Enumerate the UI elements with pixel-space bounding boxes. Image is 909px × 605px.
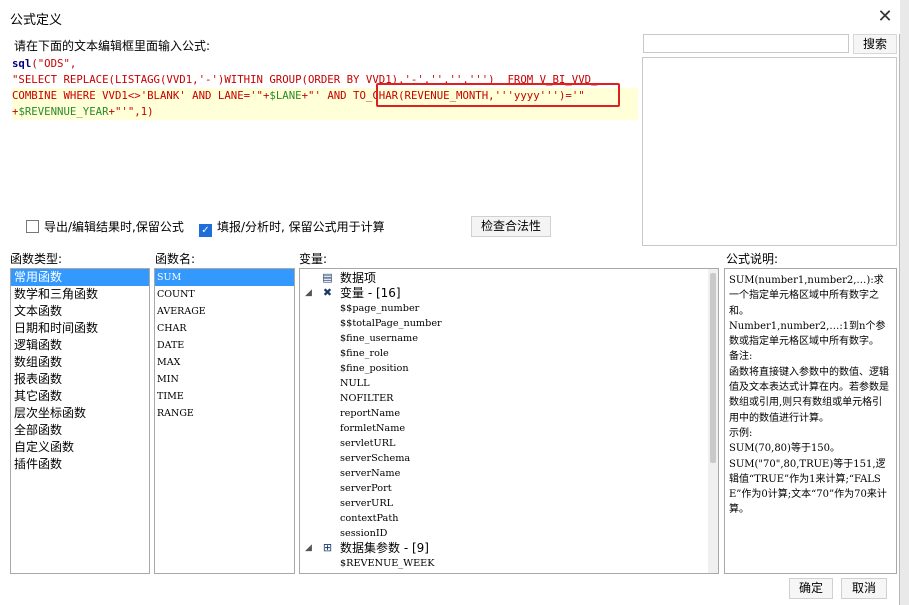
- description-paragraph: SUM(number1,number2,…):求一个指定单元格区域中所有数字之和…: [729, 275, 884, 317]
- collapse-icon[interactable]: ◢: [305, 541, 312, 556]
- description-paragraph: SUM("70",80,TRUE)等于151,逻辑值“TRUE”作为1来计算;“…: [729, 458, 887, 516]
- function-item[interactable]: MIN: [155, 371, 294, 388]
- variable-item[interactable]: NULL: [300, 376, 718, 391]
- description-paragraph: 函数将直接键入参数中的数值、逻辑值及文本表达式计算在内。若参数是数组或引用,则只…: [729, 366, 889, 424]
- close-icon[interactable]: ✕: [874, 6, 896, 28]
- description-label: 公式说明:: [726, 252, 779, 266]
- variable-item[interactable]: sessionID: [300, 526, 718, 541]
- variable-item[interactable]: $REVENUE_WEEK: [300, 556, 718, 571]
- variable-item[interactable]: serverPort: [300, 481, 718, 496]
- description-paragraph: 示例:: [729, 427, 753, 439]
- variable-item[interactable]: servletURL: [300, 436, 718, 451]
- search-input[interactable]: [643, 34, 849, 53]
- variable-item[interactable]: $fine_username: [300, 331, 718, 346]
- code-token: +"' AND TO_CHAR(REVENUE_MONTH,'''yyyy'''…: [301, 89, 585, 102]
- variable-item[interactable]: serverURL: [300, 496, 718, 511]
- table-icon: ▤: [322, 271, 333, 284]
- functions-label: 函数名:: [155, 252, 196, 266]
- editor-label: 请在下面的文本编辑框里面输入公式:: [14, 39, 211, 53]
- variables-label: 变量:: [299, 252, 328, 266]
- code-line[interactable]: "SELECT REPLACE(LISTAGG(VVD1,'-')WITHIN …: [12, 72, 638, 88]
- export-keep-formula-checkbox[interactable]: 导出/编辑结果时,保留公式: [26, 219, 184, 235]
- fill-keep-formula-checkbox[interactable]: ✓ 填报/分析时, 保留公式用于计算: [199, 219, 385, 237]
- function-item[interactable]: RANGE: [155, 405, 294, 422]
- category-item[interactable]: 常用函数: [11, 269, 149, 286]
- category-item[interactable]: 数组函数: [11, 354, 149, 371]
- function-item[interactable]: AVERAGE: [155, 303, 294, 320]
- description-paragraph: SUM(70,80)等于150。: [729, 443, 841, 455]
- variable-icon: ✖: [322, 286, 333, 299]
- description-panel: SUM(number1,number2,…):求一个指定单元格区域中所有数字之和…: [724, 268, 897, 574]
- category-item[interactable]: 逻辑函数: [11, 337, 149, 354]
- checkbox-label: 填报/分析时, 保留公式用于计算: [217, 220, 385, 234]
- variable-item[interactable]: contextPath: [300, 511, 718, 526]
- checkbox-label: 导出/编辑结果时,保留公式: [44, 220, 184, 234]
- function-list[interactable]: SUM COUNT AVERAGE CHAR DATE MAX MIN TIME RANGE: [154, 268, 295, 574]
- code-line[interactable]: sql("ODS",: [12, 56, 638, 72]
- checkbox-box[interactable]: ✓: [199, 224, 212, 237]
- function-item[interactable]: MAX: [155, 354, 294, 371]
- tree-group-label: 数据项: [340, 271, 377, 285]
- function-item[interactable]: COUNT: [155, 286, 294, 303]
- variable-scrollbar[interactable]: [708, 269, 718, 573]
- cancel-button[interactable]: 取消: [841, 578, 887, 599]
- categories-label: 函数类型:: [10, 252, 63, 266]
- search-button[interactable]: 搜索: [853, 34, 897, 54]
- formula-editor[interactable]: sql("ODS", "SELECT REPLACE(LISTAGG(VVD1,'…: [9, 55, 638, 205]
- dialog-title: 公式定义: [10, 13, 63, 28]
- checkbox-box[interactable]: [26, 220, 39, 233]
- tree-group[interactable]: ◢ ⊞ 数据集参数 - [9]: [300, 541, 718, 556]
- dataset-icon: ⊞: [322, 541, 333, 554]
- category-item[interactable]: 插件函数: [11, 456, 149, 473]
- variable-item[interactable]: serverSchema: [300, 451, 718, 466]
- code-line[interactable]: +$REVENNUE_YEAR+"'",1): [12, 104, 638, 120]
- code-token: ("ODS",: [31, 57, 77, 70]
- variable-item[interactable]: serverName: [300, 466, 718, 481]
- code-line[interactable]: COMBINE WHERE VVD1<>'BLANK' AND LANE='"+…: [12, 88, 638, 104]
- category-item[interactable]: 自定义函数: [11, 439, 149, 456]
- function-item[interactable]: DATE: [155, 337, 294, 354]
- search-results-box: [642, 57, 897, 246]
- variable-item[interactable]: reportName: [300, 406, 718, 421]
- description-paragraph: Number1,number2,…:1到n个参数或指定单元格区域中所有数字。: [729, 320, 886, 348]
- category-item[interactable]: 报表函数: [11, 371, 149, 388]
- formula-dialog: 公式定义 ✕ 请在下面的文本编辑框里面输入公式: sql("ODS", "SELE…: [0, 0, 900, 605]
- category-item[interactable]: 全部函数: [11, 422, 149, 439]
- code-token: sql: [12, 57, 32, 70]
- variable-item[interactable]: $fine_position: [300, 361, 718, 376]
- variable-item[interactable]: formletName: [300, 421, 718, 436]
- code-token: +"'",1): [108, 105, 154, 118]
- scrollbar-thumb[interactable]: [710, 273, 716, 463]
- tree-group-label: 数据集参数 - [9]: [340, 541, 429, 555]
- variable-item[interactable]: $fine_role: [300, 346, 718, 361]
- ok-button[interactable]: 确定: [789, 578, 833, 599]
- category-item[interactable]: 文本函数: [11, 303, 149, 320]
- function-item[interactable]: CHAR: [155, 320, 294, 337]
- variable-item[interactable]: NOFILTER: [300, 391, 718, 406]
- tree-group[interactable]: ◢ ✖ 变量 - [16]: [300, 286, 718, 301]
- description-paragraph: 备注:: [729, 351, 753, 363]
- description-text: SUM(number1,number2,…):求一个指定单元格区域中所有数字之和…: [725, 269, 896, 522]
- formula-code[interactable]: sql("ODS", "SELECT REPLACE(LISTAGG(VVD1,'…: [9, 55, 638, 120]
- category-item[interactable]: 数学和三角函数: [11, 286, 149, 303]
- category-list[interactable]: 常用函数 数学和三角函数 文本函数 日期和时间函数 逻辑函数 数组函数 报表函数 其它函数 层次…: [10, 268, 150, 574]
- variable-tree[interactable]: ▤ 数据项 ◢ ✖ 变量 - [16] $$page_number $$totalPage_…: [299, 268, 719, 574]
- code-token: COMBINE WHERE VVD1<>'BLANK' AND LANE='"+: [12, 89, 270, 102]
- category-item[interactable]: 日期和时间函数: [11, 320, 149, 337]
- collapse-icon[interactable]: ◢: [305, 286, 312, 301]
- tree-group-label: 变量 - [16]: [340, 286, 401, 300]
- title-bar: 公式定义 ✕: [0, 0, 900, 34]
- code-token: "SELECT REPLACE(LISTAGG(VVD1,'-')WITHIN …: [12, 73, 598, 86]
- background-window-edge: [900, 0, 909, 605]
- code-token: $LANE: [269, 89, 302, 102]
- category-item[interactable]: 层次坐标函数: [11, 405, 149, 422]
- category-item[interactable]: 其它函数: [11, 388, 149, 405]
- variable-item[interactable]: $$totalPage_number: [300, 316, 718, 331]
- code-token: $REVENNUE_YEAR: [18, 105, 109, 118]
- validate-button[interactable]: 检查合法性: [471, 216, 551, 237]
- tree-group[interactable]: ▤ 数据项: [300, 271, 718, 286]
- function-item[interactable]: TIME: [155, 388, 294, 405]
- function-item[interactable]: SUM: [155, 269, 294, 286]
- variable-item[interactable]: $$page_number: [300, 301, 718, 316]
